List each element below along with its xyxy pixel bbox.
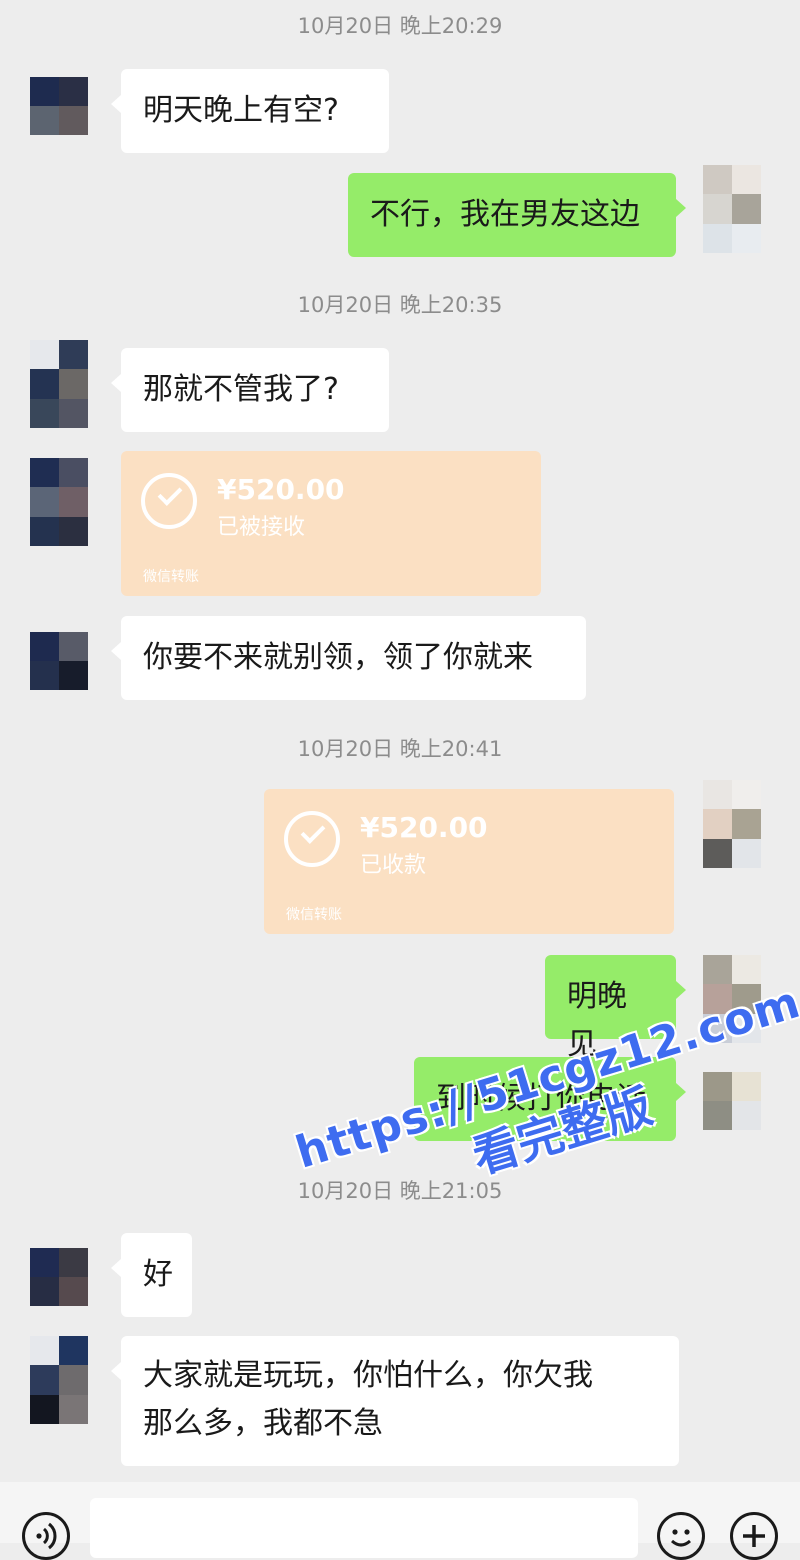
transfer-status: 已被接收 <box>217 515 306 540</box>
message-input[interactable] <box>90 1498 638 1558</box>
message-sent[interactable]: 不行，我在男友这边 <box>348 173 686 257</box>
message-text: 大家就是玩玩，你怕什么，你欠我 <box>143 1358 593 1393</box>
message-text: 那就不管我了? <box>143 372 339 407</box>
emoji-icon[interactable] <box>657 1512 705 1560</box>
user-avatar[interactable] <box>703 165 761 253</box>
check-circle-icon <box>284 811 340 867</box>
transfer-amount: ¥520.00 <box>360 811 488 844</box>
voice-icon[interactable] <box>22 1512 70 1560</box>
message-text: 明天晚上有空? <box>143 93 339 128</box>
user-avatar[interactable] <box>703 780 761 868</box>
timestamp: 10月20日 晚上20:29 <box>297 14 503 38</box>
message-text: 那么多，我都不急 <box>143 1406 383 1441</box>
check-circle-icon <box>141 473 197 529</box>
message-received[interactable]: 那就不管我了? <box>111 348 389 432</box>
message-received[interactable]: 你要不来就别领，领了你就来 <box>111 616 586 700</box>
plus-icon[interactable] <box>730 1512 778 1560</box>
transfer-label: 微信转账 <box>286 907 342 923</box>
contact-avatar[interactable] <box>30 1336 88 1424</box>
transfer-label: 微信转账 <box>143 569 199 585</box>
timestamp: 10月20日 晚上20:41 <box>297 737 503 761</box>
message-received[interactable]: 明天晚上有空? <box>111 69 389 153</box>
contact-avatar[interactable] <box>30 1248 88 1306</box>
message-text: 不行，我在男友这边 <box>370 197 640 232</box>
contact-avatar[interactable] <box>30 632 88 690</box>
message-received[interactable]: 大家就是玩玩，你怕什么，你欠我 那么多，我都不急 <box>111 1336 679 1466</box>
message-received[interactable]: 好 <box>111 1233 192 1317</box>
contact-avatar[interactable] <box>30 77 88 135</box>
transfer-amount: ¥520.00 <box>217 473 345 506</box>
transfer-card-received[interactable]: ¥520.00 已被接收 微信转账 <box>121 451 541 596</box>
timestamp: 10月20日 晚上20:35 <box>297 293 503 317</box>
transfer-card-sent[interactable]: ¥520.00 已收款 微信转账 <box>264 789 674 934</box>
contact-avatar[interactable] <box>30 458 88 546</box>
message-text: 好 <box>143 1257 173 1292</box>
transfer-status: 已收款 <box>360 853 427 878</box>
message-text: 你要不来就别领，领了你就来 <box>143 640 533 675</box>
contact-avatar[interactable] <box>30 340 88 428</box>
